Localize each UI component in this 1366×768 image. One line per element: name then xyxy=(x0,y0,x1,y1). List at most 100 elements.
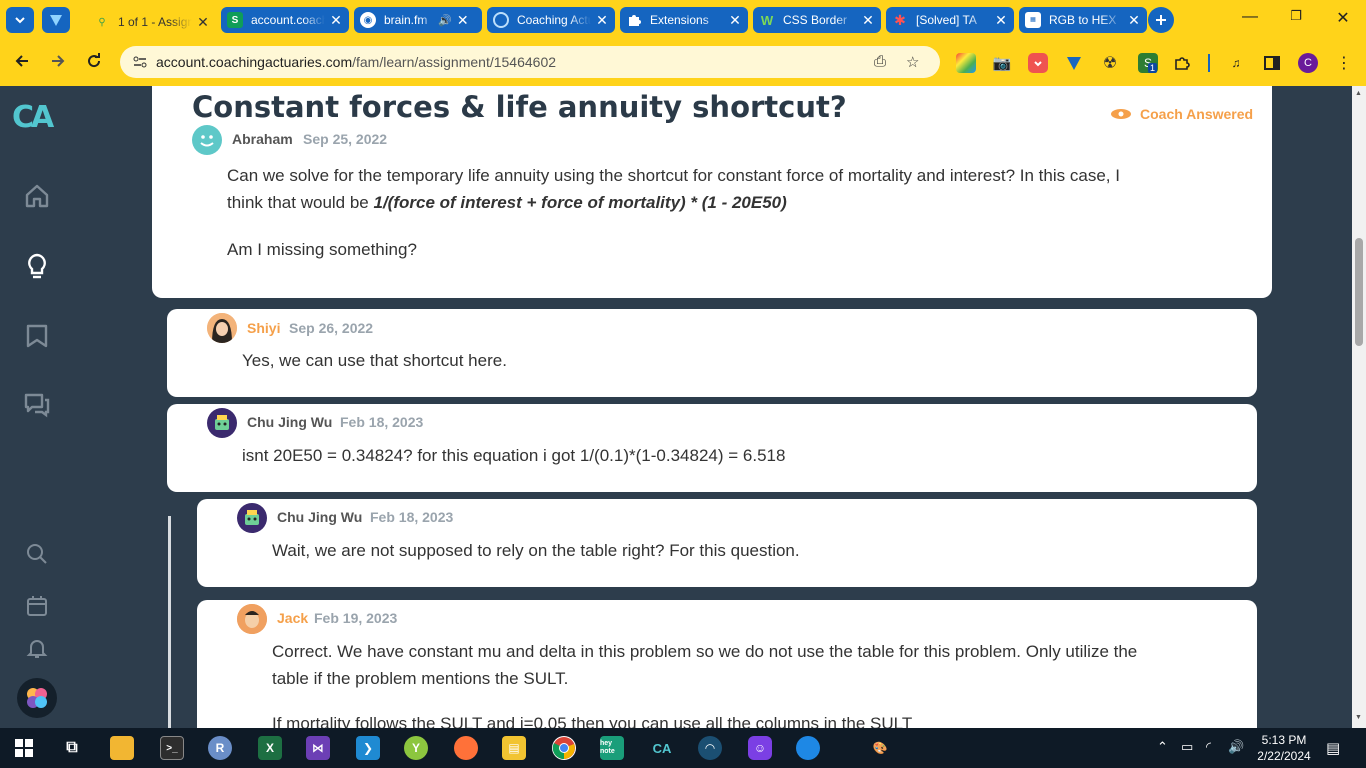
author-name[interactable]: Chu Jing Wu xyxy=(247,414,332,430)
yeoman-icon[interactable]: Y xyxy=(404,736,428,760)
bookmark-icon[interactable] xyxy=(23,322,51,350)
site-info-icon[interactable] xyxy=(132,54,148,70)
close-icon[interactable]: ✕ xyxy=(994,12,1008,29)
scroll-up-arrow-icon[interactable]: ▲ xyxy=(1355,90,1362,97)
profile-avatar[interactable]: C xyxy=(1298,53,1318,73)
chrome-icon[interactable] xyxy=(552,736,576,760)
chat-bubbles-icon[interactable] xyxy=(23,390,51,418)
brain-icon: ◉ xyxy=(360,12,376,28)
plus-icon xyxy=(1156,15,1166,25)
wifi-icon[interactable]: ◜ xyxy=(1206,739,1211,755)
close-icon[interactable]: ✕ xyxy=(329,12,343,29)
tab-brainfm[interactable]: ◉ brain.fm 🔊 ✕ xyxy=(354,7,482,33)
scroll-thumb[interactable] xyxy=(1355,238,1363,346)
puzzle-icon xyxy=(626,12,642,28)
extensions-puzzle-icon[interactable] xyxy=(1172,53,1192,73)
tab-coaching[interactable]: Coaching Actuaries ✕ xyxy=(487,7,615,33)
asterisk-icon: ✱ xyxy=(894,11,906,28)
pinned-tab[interactable] xyxy=(42,7,70,33)
search-icon[interactable] xyxy=(25,542,49,566)
volume-icon[interactable]: 🔊 xyxy=(1228,739,1244,755)
firefox-icon[interactable] xyxy=(454,736,478,760)
battery-icon[interactable]: ▭ xyxy=(1181,739,1193,755)
task-view-icon[interactable]: ⧉ xyxy=(60,736,84,760)
tab-assignment[interactable]: ⚲ 1 of 1 - Assignment ✕ xyxy=(88,4,216,40)
install-app-icon[interactable]: ⎙ xyxy=(874,53,886,70)
camera-icon[interactable]: 📷 xyxy=(992,53,1012,73)
body-line: think that would be 1/(force of interest… xyxy=(227,189,1120,216)
formula: 1/(force of interest + force of mortalit… xyxy=(373,193,787,212)
terminal-icon[interactable]: >_ xyxy=(160,736,184,760)
coaching-actuaries-logo[interactable]: CA xyxy=(12,100,54,135)
home-icon[interactable] xyxy=(23,182,51,210)
body-text: think that would be xyxy=(227,193,374,212)
bell-icon[interactable] xyxy=(25,636,49,660)
discord-icon[interactable]: ☺ xyxy=(748,736,772,760)
show-hidden-icons[interactable]: ⌃ xyxy=(1157,739,1168,755)
excel-icon[interactable]: X xyxy=(258,736,282,760)
close-icon[interactable]: ✕ xyxy=(1127,12,1141,29)
file-explorer-icon[interactable] xyxy=(110,736,134,760)
calendar-icon[interactable] xyxy=(25,594,49,618)
close-icon[interactable]: ✕ xyxy=(196,14,210,31)
color-extension-icon[interactable] xyxy=(956,53,976,73)
back-button[interactable] xyxy=(10,51,34,75)
reply-body: Correct. We have constant mu and delta i… xyxy=(272,638,1137,728)
close-window-button[interactable]: ✕ xyxy=(1331,8,1355,28)
minimize-button[interactable]: — xyxy=(1238,8,1262,26)
close-icon[interactable]: ✕ xyxy=(861,12,875,29)
radiation-icon[interactable]: ☢ xyxy=(1100,53,1120,73)
bookmark-star-icon[interactable]: ☆ xyxy=(906,53,919,71)
calendar-app-icon[interactable]: ▤ xyxy=(502,736,526,760)
close-icon[interactable]: ✕ xyxy=(728,12,742,29)
user-avatar[interactable] xyxy=(17,678,57,718)
media-controls-icon[interactable]: ♫ xyxy=(1226,53,1246,73)
page-scrollbar[interactable]: ▲ ▼ xyxy=(1352,86,1366,728)
author-name[interactable]: Chu Jing Wu xyxy=(277,509,362,525)
reload-button[interactable] xyxy=(82,51,106,75)
heynote-icon[interactable]: hey note xyxy=(600,736,624,760)
paint-icon[interactable]: 🎨 xyxy=(868,736,892,760)
vuetify-extension-icon[interactable] xyxy=(1064,53,1084,73)
visual-studio-icon[interactable]: ⋈ xyxy=(306,736,330,760)
ca-app-icon[interactable]: CA xyxy=(650,736,674,760)
close-icon[interactable]: ✕ xyxy=(456,12,470,29)
flower-icon xyxy=(27,688,47,708)
author-name[interactable]: Abraham xyxy=(232,131,293,147)
new-tab-button[interactable] xyxy=(1148,7,1174,33)
lightbulb-icon[interactable] xyxy=(23,252,51,280)
tab-search-button[interactable] xyxy=(6,7,34,33)
r-studio-icon[interactable]: R xyxy=(208,736,232,760)
system-clock[interactable]: 5:13 PM 2/22/2024 xyxy=(1250,732,1318,764)
sheets-extension-icon[interactable]: S 1 xyxy=(1138,53,1158,73)
kebab-menu-icon[interactable]: ⋮ xyxy=(1334,53,1354,73)
notification-center-icon[interactable]: ▤ xyxy=(1326,739,1340,757)
windows-start-icon[interactable] xyxy=(12,736,36,760)
tab-extensions[interactable]: Extensions ✕ xyxy=(620,7,748,33)
tab-account[interactable]: S account.coachingactuaries.com ✕ xyxy=(221,7,349,33)
address-bar[interactable]: account.coachingactuaries.com/fam/learn/… xyxy=(120,46,940,78)
headphones-icon[interactable]: ◠ xyxy=(698,736,722,760)
close-icon[interactable]: ✕ xyxy=(595,12,609,29)
body-line: Can we solve for the temporary life annu… xyxy=(227,166,1120,185)
forward-button[interactable] xyxy=(46,51,70,75)
tab-label: CSS Border xyxy=(783,13,848,27)
pocket-icon[interactable] xyxy=(1028,53,1048,73)
tab-css-border[interactable]: W CSS Border ✕ xyxy=(753,7,881,33)
tab-solved[interactable]: ✱ [Solved] TA ✕ xyxy=(886,7,1014,33)
vscode-icon[interactable]: ❯ xyxy=(356,736,380,760)
discussion-thread: Constant forces & life annuity shortcut?… xyxy=(74,86,1352,728)
author-name[interactable]: Shiyi xyxy=(247,320,280,336)
link-icon: ⚲ xyxy=(98,16,106,28)
speaker-icon[interactable]: 🔊 xyxy=(438,14,452,27)
side-panel-icon[interactable] xyxy=(1262,53,1282,73)
author-avatar xyxy=(192,125,222,155)
restore-button[interactable]: ❐ xyxy=(1284,8,1308,24)
firefox-dev-icon[interactable] xyxy=(796,736,820,760)
scroll-down-arrow-icon[interactable]: ▼ xyxy=(1355,714,1362,721)
nested-reply-card: Jack Feb 19, 2023 Correct. We have const… xyxy=(197,600,1257,728)
tab-rgb-hex[interactable]: ▦ RGB to HEX ✕ xyxy=(1019,7,1147,33)
author-name[interactable]: Jack xyxy=(277,610,308,626)
question-title: Constant forces & life annuity shortcut? xyxy=(192,90,847,124)
smiley-icon xyxy=(200,135,214,147)
